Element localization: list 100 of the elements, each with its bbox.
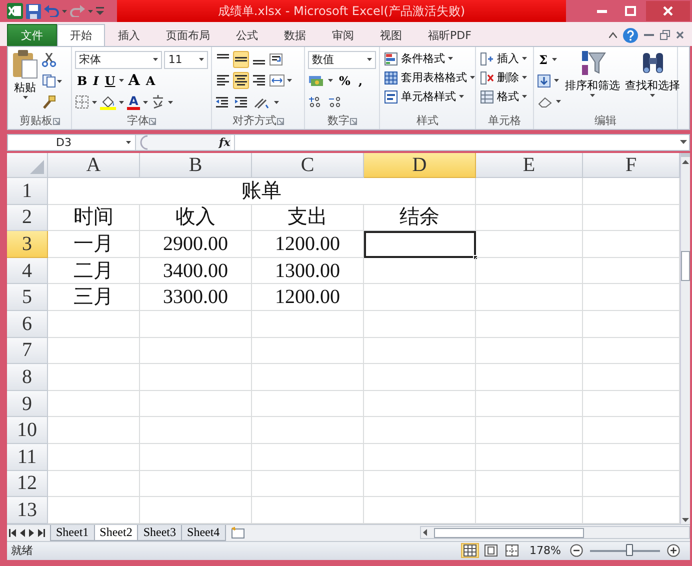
zoom-slider-thumb[interactable] <box>626 544 632 556</box>
ribbon-tab[interactable]: 公式 <box>223 24 271 46</box>
row-header[interactable]: 5 <box>7 284 48 311</box>
next-sheet-icon[interactable] <box>29 528 34 537</box>
percent-button[interactable]: % <box>337 74 352 87</box>
dialog-launcher-icon[interactable] <box>276 118 284 124</box>
caret-icon[interactable] <box>168 100 174 104</box>
row-header[interactable]: 6 <box>7 310 48 338</box>
column-header[interactable]: C <box>252 153 364 178</box>
sort-filter-button[interactable]: 排序和筛选 <box>564 49 621 113</box>
column-header[interactable]: B <box>140 153 252 178</box>
wrap-text-icon[interactable] <box>269 53 283 66</box>
align-button[interactable] <box>233 51 249 68</box>
format-painter-icon[interactable] <box>42 95 56 110</box>
align-button[interactable] <box>233 72 249 90</box>
shrink-font-button[interactable]: A <box>144 74 158 87</box>
sheet-tab[interactable]: Sheet1 <box>50 524 95 541</box>
copy-icon[interactable] <box>42 74 62 88</box>
sheet-tab[interactable]: Sheet2 <box>94 524 138 541</box>
caret-icon[interactable] <box>119 100 124 104</box>
eraser-icon[interactable] <box>537 96 553 108</box>
row-header[interactable]: 2 <box>7 204 48 232</box>
dialog-launcher-icon[interactable] <box>52 118 60 124</box>
grow-font-button[interactable]: A <box>126 73 142 88</box>
row-header[interactable]: 12 <box>7 470 48 498</box>
caret-icon[interactable] <box>554 79 559 82</box>
cells-menu-button[interactable]: 格式 <box>479 87 528 106</box>
minimize-icon[interactable] <box>644 34 654 36</box>
ribbon-tab[interactable]: 数据 <box>271 24 319 46</box>
row-header[interactable]: 10 <box>7 417 48 444</box>
caret-icon[interactable] <box>287 79 292 82</box>
caret-icon[interactable] <box>556 100 561 103</box>
caret-icon[interactable] <box>119 79 124 82</box>
row-header[interactable]: 3 <box>7 231 48 258</box>
dialog-launcher-icon[interactable] <box>149 118 156 124</box>
selected-cell[interactable] <box>364 231 476 258</box>
scroll-up-icon[interactable] <box>681 158 690 167</box>
scrollbar-thumb[interactable] <box>434 528 584 538</box>
merge-center-icon[interactable] <box>269 74 285 88</box>
styles-menu-button[interactable]: 条件格式 <box>383 49 476 68</box>
fill-color-icon[interactable] <box>100 94 116 110</box>
autosum-button[interactable]: Σ <box>537 54 550 66</box>
row-header[interactable]: 1 <box>7 178 48 205</box>
fill-icon[interactable] <box>537 74 551 88</box>
view-button[interactable] <box>482 543 500 558</box>
italic-button[interactable]: I <box>91 74 101 87</box>
underline-button[interactable]: U <box>102 74 118 87</box>
previous-sheet-icon[interactable] <box>20 528 25 537</box>
row-header[interactable]: 7 <box>7 338 48 364</box>
dialog-launcher-icon[interactable] <box>350 118 356 124</box>
row-header[interactable]: 8 <box>7 364 48 391</box>
customize-icon[interactable] <box>96 6 104 16</box>
cells-menu-button[interactable]: 删除 <box>479 68 528 87</box>
collapse-ribbon-icon[interactable] <box>609 32 617 38</box>
phonetic-icon[interactable] <box>151 95 166 110</box>
caret-icon[interactable] <box>552 58 558 61</box>
column-header[interactable]: D <box>364 153 476 178</box>
ribbon-tab[interactable]: 插入 <box>105 24 153 46</box>
row-header[interactable]: 11 <box>7 444 48 471</box>
ribbon-tab[interactable]: 页面布局 <box>153 24 223 46</box>
column-header[interactable]: F <box>583 153 680 178</box>
sheet-tab[interactable]: Sheet3 <box>137 524 182 541</box>
restore-icon[interactable] <box>660 30 670 40</box>
save-icon[interactable] <box>26 4 41 18</box>
column-header[interactable]: A <box>48 153 140 178</box>
close-button[interactable] <box>646 1 690 21</box>
text-orientation-icon[interactable] <box>253 96 269 109</box>
view-button[interactable] <box>502 543 521 558</box>
increase-indent-icon[interactable] <box>234 96 248 108</box>
caret-icon[interactable] <box>143 100 148 104</box>
column-header[interactable]: E <box>476 153 583 178</box>
view-button[interactable] <box>460 543 479 558</box>
cells-menu-button[interactable]: 插入 <box>479 49 528 68</box>
fill-handle[interactable] <box>473 254 478 260</box>
ribbon-tab[interactable]: 审阅 <box>319 24 367 46</box>
ribbon-tab[interactable]: 福昕PDF <box>415 24 484 46</box>
styles-menu-button[interactable]: 套用表格格式 <box>383 68 476 87</box>
borders-icon[interactable] <box>75 95 89 110</box>
sheet-tab[interactable]: Sheet4 <box>181 524 226 541</box>
zoom-out-icon[interactable] <box>570 544 583 558</box>
help-icon[interactable] <box>623 28 638 42</box>
cut-icon[interactable] <box>42 52 56 67</box>
find-select-button[interactable]: 查找和选择 <box>624 49 681 113</box>
row-header[interactable]: 13 <box>7 497 48 524</box>
bold-button[interactable]: B <box>75 74 90 87</box>
close-icon[interactable] <box>676 31 684 39</box>
paste-button[interactable]: 粘贴 <box>11 49 39 113</box>
font-color-button[interactable]: A <box>127 94 140 110</box>
insert-sheet-icon[interactable] <box>230 526 246 540</box>
styles-menu-button[interactable]: 单元格样式 <box>383 87 476 106</box>
number-format-field[interactable]: 数值 <box>308 50 376 69</box>
caret-icon[interactable] <box>92 100 97 104</box>
font-name-field[interactable]: 宋体 <box>75 50 162 69</box>
first-sheet-icon[interactable] <box>9 528 16 537</box>
font-size-field[interactable]: 11 <box>164 50 208 69</box>
caret-icon[interactable] <box>274 100 279 104</box>
caret-icon[interactable] <box>328 79 333 82</box>
decrease-indent-icon[interactable] <box>215 96 229 108</box>
row-header[interactable]: 9 <box>7 390 48 418</box>
zoom-in-icon[interactable] <box>667 544 680 558</box>
